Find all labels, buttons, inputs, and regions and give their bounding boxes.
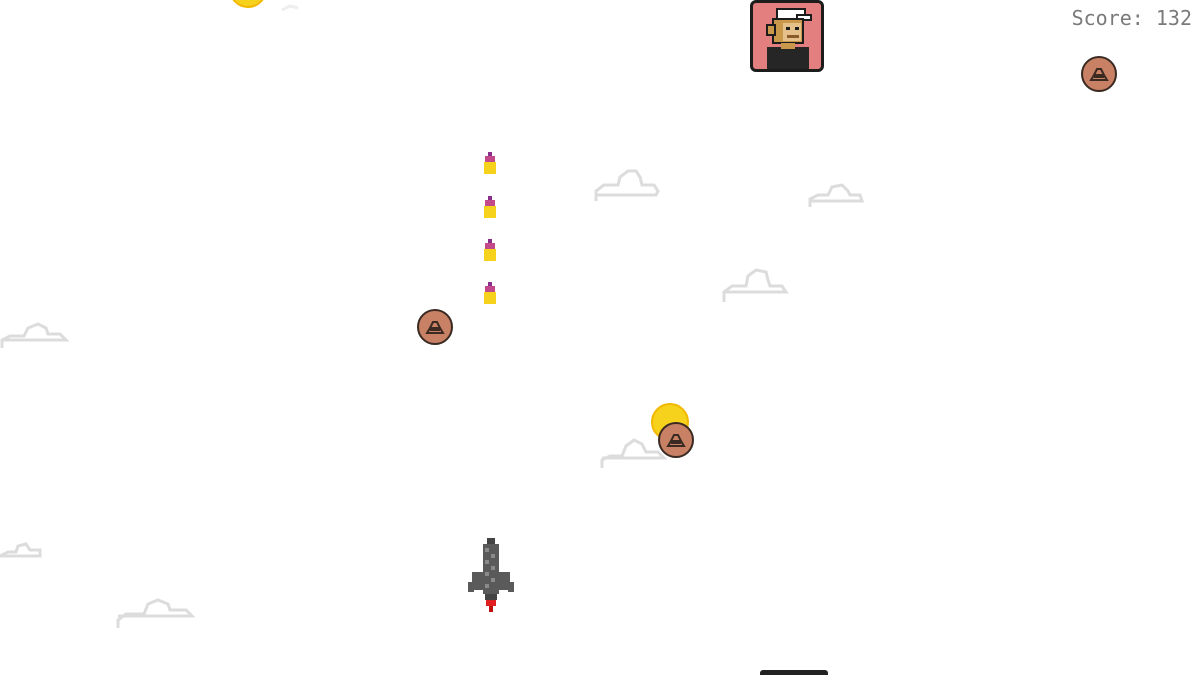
cloud-icon: [281, 4, 299, 12]
poop-icon: [425, 321, 445, 334]
poop-icon: [666, 434, 686, 447]
player-rocket[interactable]: [464, 538, 518, 616]
player-avatar: [750, 0, 824, 72]
bullet-projectile: [484, 152, 496, 174]
score-display: Score: 132: [1071, 6, 1192, 30]
cloud-icon: [0, 542, 42, 558]
bullet-projectile: [484, 282, 496, 304]
ape-avatar-icon: [766, 8, 812, 69]
poop-coin: [1081, 56, 1117, 92]
bullet-projectile: [484, 239, 496, 261]
cloud-icon: [116, 598, 196, 628]
poop-coin: [417, 309, 453, 345]
incoming-avatar-edge: [760, 670, 828, 675]
cloud-icon: [808, 183, 865, 207]
cloud-icon: [0, 322, 70, 348]
game-canvas[interactable]: { "hud": { "score_label": "Score: 132" }…: [0, 0, 1200, 675]
bullet-projectile: [484, 196, 496, 218]
cloud-icon: [722, 268, 789, 302]
gold-coin: [229, 0, 267, 8]
cloud-icon: [594, 169, 660, 201]
poop-icon: [1089, 68, 1109, 81]
poop-coin: [658, 422, 694, 458]
